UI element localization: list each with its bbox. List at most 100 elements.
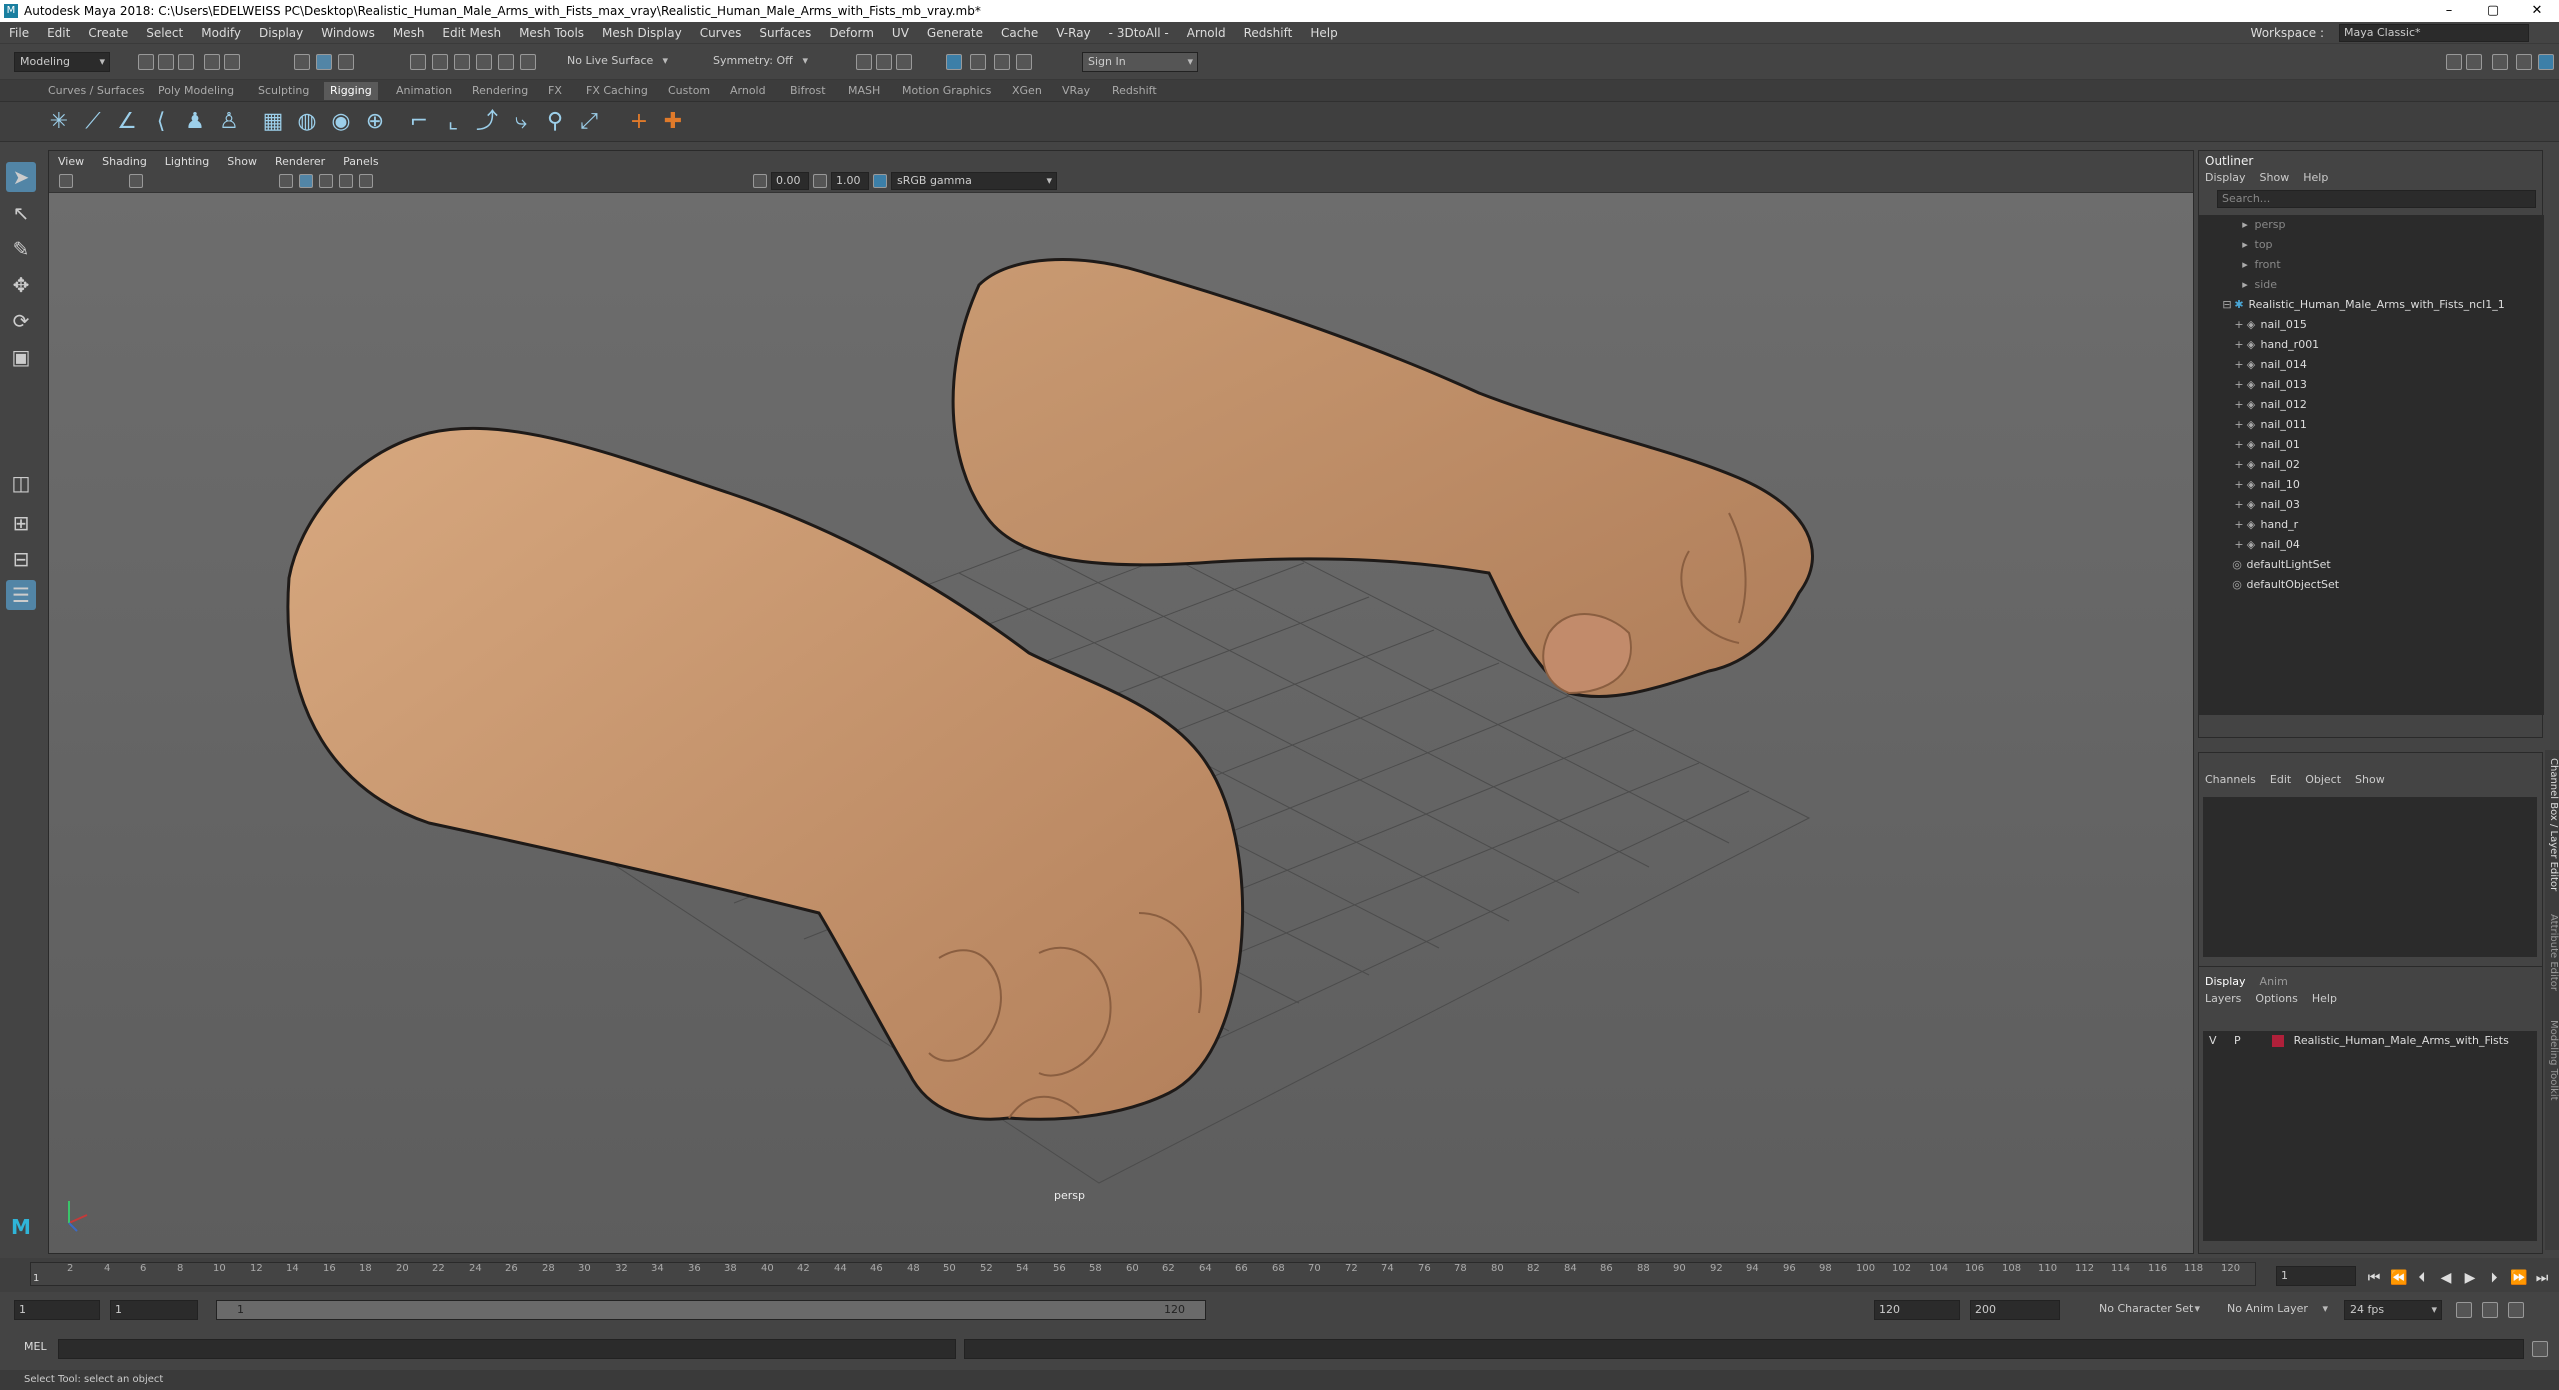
pause-icon[interactable] [1016, 54, 1032, 70]
layer-visibility-toggle[interactable]: V [2209, 1034, 2217, 1047]
outliner-item-set[interactable]: ◎ defaultObjectSet [2199, 575, 2544, 595]
snap-grid-icon[interactable] [410, 54, 426, 70]
menu-redshift[interactable]: Redshift [1235, 26, 1302, 40]
shelf-tab-arnold[interactable]: Arnold [730, 84, 766, 97]
expand-icon[interactable]: + [2233, 315, 2245, 335]
tab-anim[interactable]: Anim [2260, 975, 2288, 988]
playback-end-field[interactable]: 120 [1874, 1300, 1960, 1320]
ipr-render-icon[interactable] [876, 54, 892, 70]
step-back-frame-icon[interactable]: ⏴ [2414, 1270, 2430, 1286]
object-menu[interactable]: Object [2305, 773, 2341, 786]
textured-icon[interactable] [319, 174, 333, 188]
animation-end-field[interactable]: 200 [1970, 1300, 2060, 1320]
menu-cache[interactable]: Cache [992, 26, 1047, 40]
move-tool-icon[interactable]: ✥ [6, 270, 36, 300]
paint-weights-icon[interactable]: ◉ [328, 109, 354, 135]
command-input[interactable] [58, 1339, 956, 1359]
vp-menu-show[interactable]: Show [218, 155, 266, 168]
shelf-tab-animation[interactable]: Animation [396, 84, 452, 97]
outliner-item-persp[interactable]: ▸ persp [2199, 215, 2544, 235]
paint-select-icon[interactable]: ✎ [6, 234, 36, 264]
outliner-menu-show[interactable]: Show [2260, 171, 2290, 184]
four-view-icon[interactable]: ⊞ [6, 508, 36, 538]
workspace-dropdown[interactable]: Maya Classic* [2339, 24, 2529, 42]
locator-icon[interactable]: + [626, 109, 652, 135]
orient-constraint-icon[interactable]: ⤷ [508, 109, 534, 135]
menu-file[interactable]: File [0, 26, 38, 40]
shelf-tab-xgen[interactable]: XGen [1012, 84, 1042, 97]
menu-select[interactable]: Select [137, 26, 192, 40]
new-scene-icon[interactable] [138, 54, 154, 70]
tab-display[interactable]: Display [2205, 975, 2246, 988]
toggle-outliner-icon[interactable] [2538, 54, 2554, 70]
joint-tool-icon[interactable]: ✳ [46, 109, 72, 135]
expand-icon[interactable]: + [2233, 455, 2245, 475]
outliner-child[interactable]: + ◈ hand_r001 [2199, 335, 2544, 355]
bookmark-icon[interactable] [129, 174, 143, 188]
fps-dropdown[interactable]: 24 fps [2344, 1300, 2442, 1320]
quick-rig-icon[interactable]: ♟ [182, 109, 208, 135]
shelf-tab-curves[interactable]: Curves / Surfaces [48, 84, 145, 97]
select-camera-icon[interactable] [59, 174, 73, 188]
outliner-child[interactable]: + ◈ nail_04 [2199, 535, 2544, 555]
go-to-start-icon[interactable]: ⏮ [2366, 1270, 2382, 1286]
outliner-item-set[interactable]: ◎ defaultLightSet [2199, 555, 2544, 575]
humanik-icon[interactable]: ♙ [216, 109, 242, 135]
toggle-channel-box-icon[interactable] [2516, 54, 2532, 70]
outliner-search-input[interactable]: Search... [2217, 190, 2536, 208]
lattice-icon[interactable]: ⊕ [362, 109, 388, 135]
pole-vector-icon[interactable]: ⚲ [542, 109, 568, 135]
toggle-modeling-toolkit-icon[interactable] [2446, 54, 2462, 70]
outliner-menu-display[interactable]: Display [2205, 171, 2246, 184]
step-forward-key-icon[interactable]: ⏩ [2510, 1270, 2527, 1286]
shelf-tab-rendering[interactable]: Rendering [472, 84, 528, 97]
layer-color-swatch[interactable] [2272, 1035, 2285, 1047]
toggle-attribute-editor-icon[interactable] [2466, 54, 2482, 70]
snap-curve-icon[interactable] [432, 54, 448, 70]
shelf-tab-bifrost[interactable]: Bifrost [790, 84, 826, 97]
character-set-dropdown[interactable]: No Character Set [2094, 1300, 2204, 1320]
menu-uv[interactable]: UV [883, 26, 918, 40]
toggle-tool-settings-icon[interactable] [2492, 54, 2508, 70]
select-component-icon[interactable] [338, 54, 354, 70]
rotate-tool-icon[interactable]: ⟳ [6, 306, 36, 336]
menu-modify[interactable]: Modify [192, 26, 250, 40]
aim-constraint-icon[interactable]: ⤴ [474, 109, 500, 135]
expand-icon[interactable]: + [2233, 355, 2245, 375]
select-hierarchy-icon[interactable] [294, 54, 310, 70]
menu-generate[interactable]: Generate [918, 26, 992, 40]
scale-tool-icon[interactable]: ▣ [6, 342, 36, 372]
expand-icon[interactable]: + [2233, 515, 2245, 535]
shadows-icon[interactable] [359, 174, 373, 188]
outliner-item-top[interactable]: ▸ top [2199, 235, 2544, 255]
outliner-menu-help[interactable]: Help [2303, 171, 2328, 184]
freeze-transform-icon[interactable]: ✚ [660, 109, 686, 135]
point-constraint-icon[interactable]: ⌞ [440, 109, 466, 135]
gamma-icon[interactable] [813, 174, 827, 188]
color-management-icon[interactable] [873, 174, 887, 188]
menu-vray[interactable]: V-Ray [1047, 26, 1099, 40]
vp-menu-panels[interactable]: Panels [334, 155, 387, 168]
expand-icon[interactable]: + [2233, 495, 2245, 515]
menu-surfaces[interactable]: Surfaces [750, 26, 820, 40]
snap-point-icon[interactable] [454, 54, 470, 70]
shelf-tab-custom[interactable]: Custom [668, 84, 710, 97]
vp-menu-view[interactable]: View [49, 155, 93, 168]
outliner-child[interactable]: + ◈ nail_10 [2199, 475, 2544, 495]
ik-handle-icon[interactable]: ⟋ [80, 109, 106, 135]
outliner-child[interactable]: + ◈ nail_01 [2199, 435, 2544, 455]
script-editor-icon[interactable] [2532, 1341, 2548, 1357]
live-surface-field[interactable]: No Live Surface [562, 52, 672, 72]
outliner-item-front[interactable]: ▸ front [2199, 255, 2544, 275]
expand-icon[interactable]: + [2233, 415, 2245, 435]
layer-playback-toggle[interactable]: P [2234, 1034, 2241, 1047]
expand-icon[interactable]: + [2233, 335, 2245, 355]
shelf-tab-fx[interactable]: FX [548, 84, 562, 97]
side-tab-attribute-editor[interactable]: Attribute Editor [2548, 914, 2559, 991]
symmetry-dropdown[interactable]: Symmetry: Off [708, 52, 812, 72]
play-forwards-icon[interactable]: ▶ [2462, 1270, 2478, 1286]
render-view-icon[interactable] [970, 54, 986, 70]
perspective-view[interactable] [49, 193, 2193, 1253]
shelf-tab-rigging[interactable]: Rigging [324, 82, 378, 100]
render-icon[interactable] [856, 54, 872, 70]
